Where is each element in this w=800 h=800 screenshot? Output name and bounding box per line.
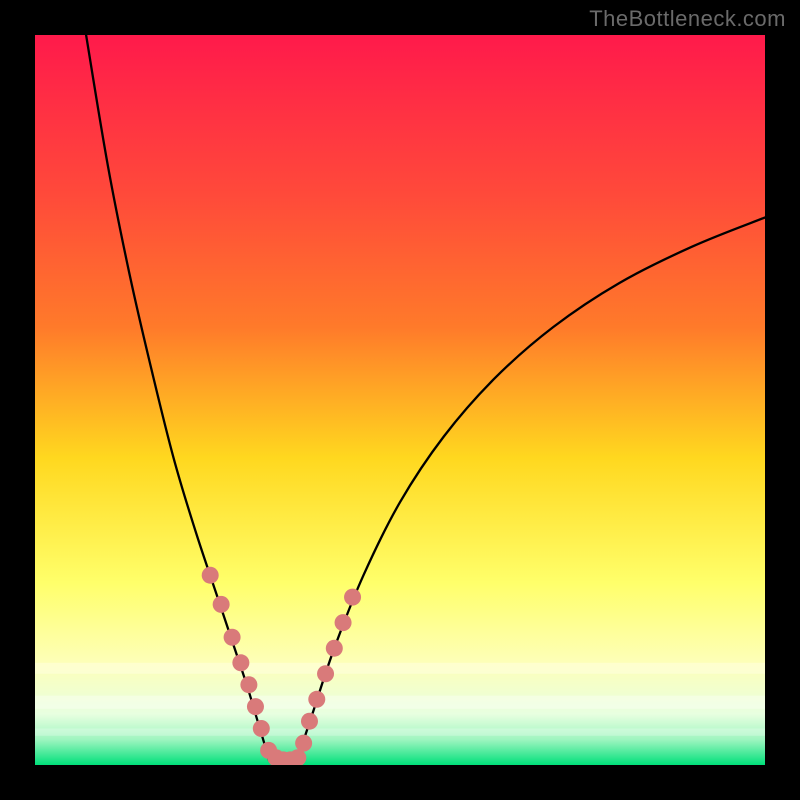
data-point <box>326 640 343 657</box>
accent-band <box>35 696 765 709</box>
data-point <box>240 676 257 693</box>
data-point <box>295 735 312 752</box>
data-point <box>253 720 270 737</box>
watermark-text: TheBottleneck.com <box>589 6 786 32</box>
gradient-background <box>35 35 765 765</box>
data-point <box>317 665 334 682</box>
data-point <box>335 614 352 631</box>
data-point <box>232 654 249 671</box>
accent-band <box>35 663 765 674</box>
data-point <box>224 629 241 646</box>
data-point <box>308 691 325 708</box>
data-point <box>247 698 264 715</box>
data-point <box>202 567 219 584</box>
accent-band <box>35 729 765 736</box>
data-point <box>301 713 318 730</box>
data-point <box>213 596 230 613</box>
plot-area <box>35 35 765 765</box>
plot-svg <box>35 35 765 765</box>
data-point <box>344 589 361 606</box>
chart-frame: TheBottleneck.com <box>0 0 800 800</box>
